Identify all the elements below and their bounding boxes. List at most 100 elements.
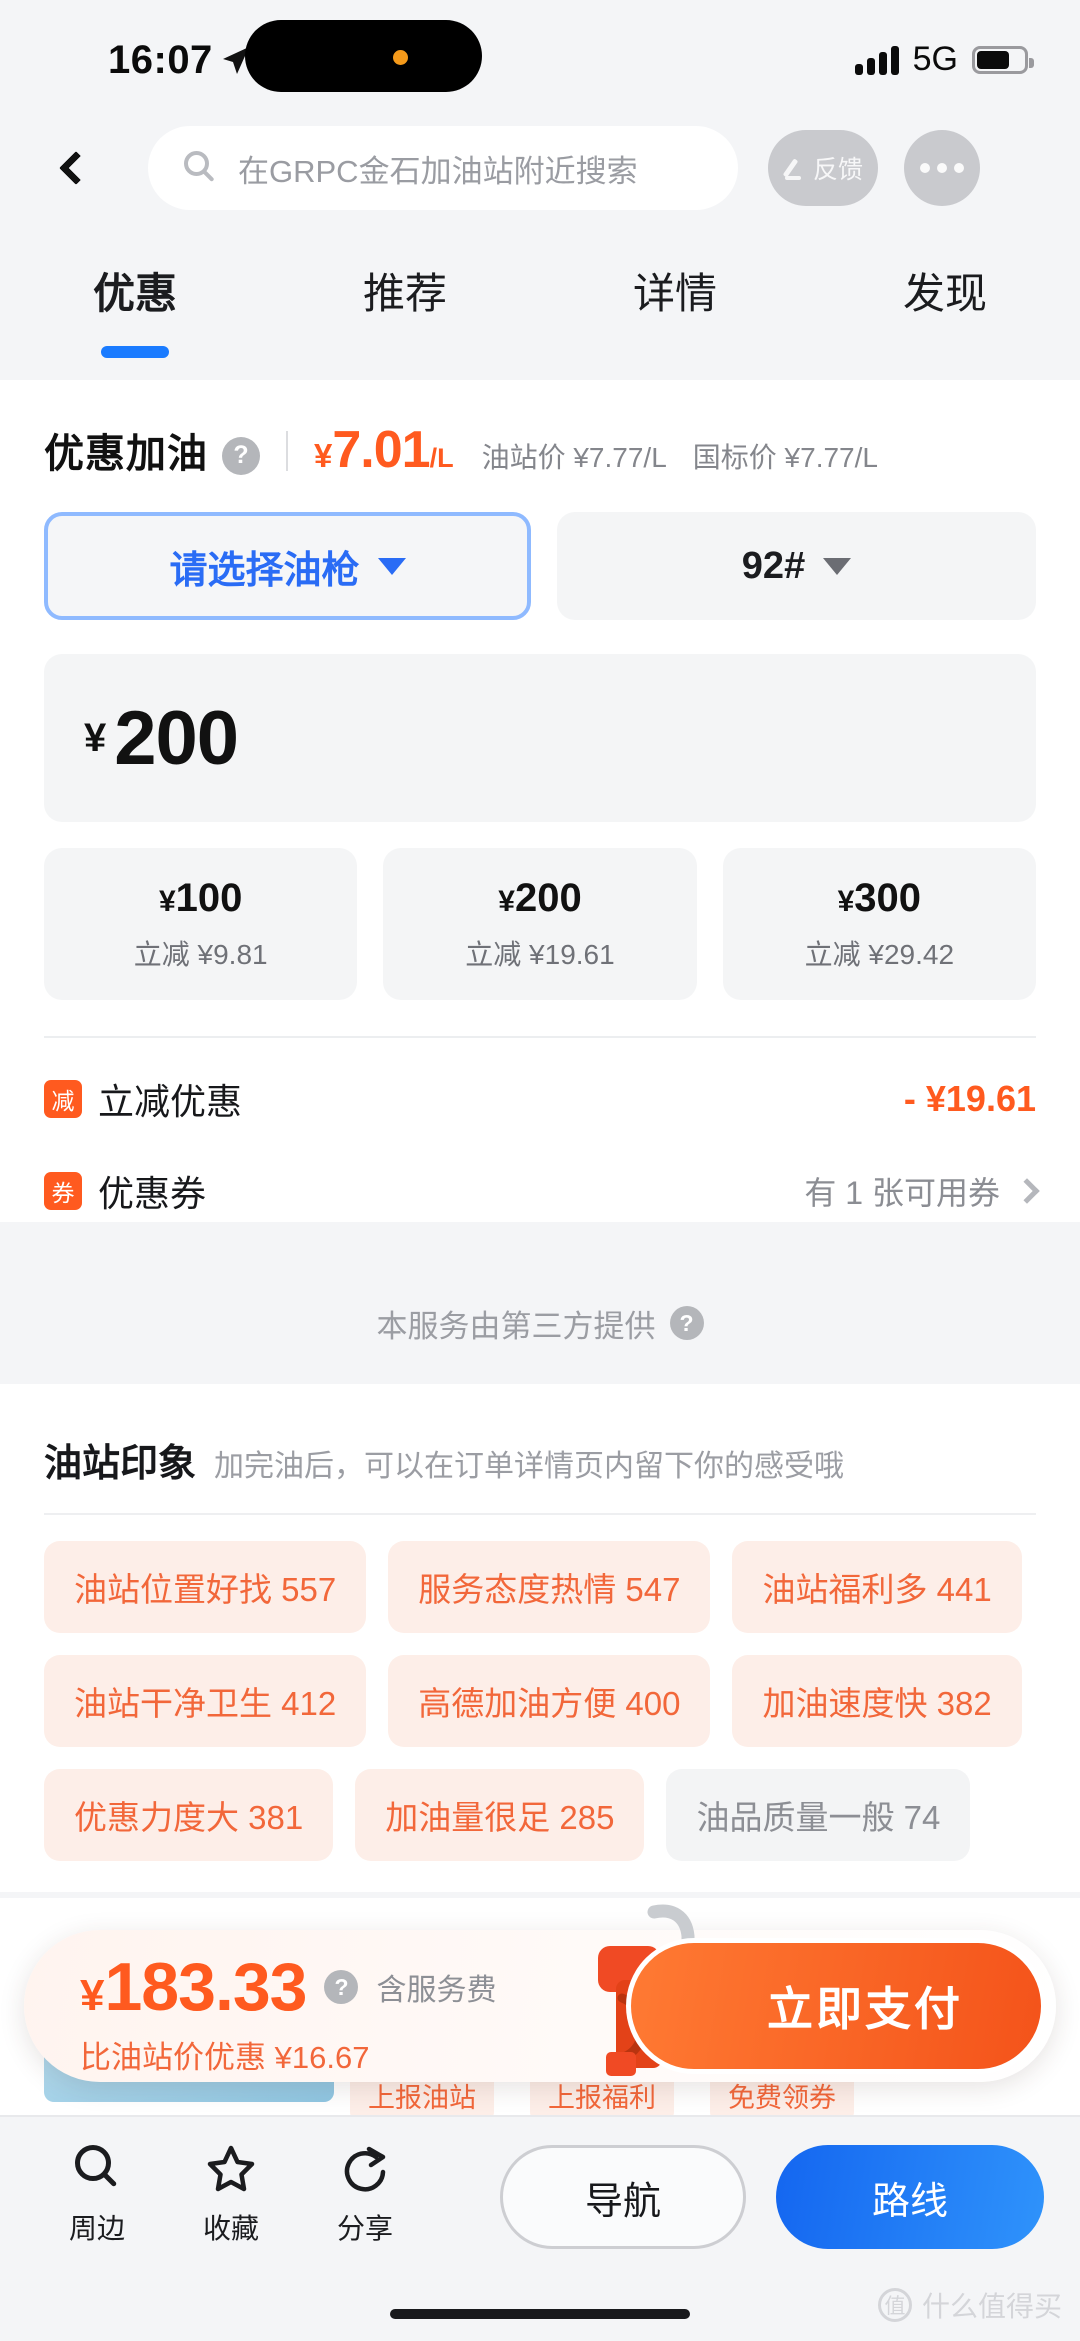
discount-value: - ¥19.61 [903,1078,1036,1119]
impression-tag[interactable]: 油品质量一般 74 [666,1769,971,1861]
caret-down-icon [823,557,852,575]
impression-tag[interactable]: 油站福利多 441 [732,1541,1022,1633]
price-value: 7.01 [332,421,430,479]
bottom-item-label: 分享 [336,2213,393,2244]
currency-symbol: ¥ [158,884,176,918]
preset-amount: ¥200 [498,876,581,921]
tab-discover[interactable]: 发现 [810,250,1080,380]
bottom-icon-group: 周边 收藏 分享 [30,2143,432,2247]
selector-row: 请选择油枪 92# [0,498,1080,620]
tab-label: 推荐 [362,270,447,317]
search-icon [184,151,218,185]
feedback-label: 反馈 [812,156,863,184]
question-mark-icon[interactable]: ? [669,1306,704,1340]
caret-down-icon [377,557,406,575]
signal-bars-icon [854,45,899,75]
recording-indicator-dot [393,50,408,65]
impression-tag[interactable]: 高德加油方便 400 [388,1655,711,1747]
status-time: 16:07 [108,38,213,82]
price-summary-row: 优惠加油 ? ¥7.01/L 油站价 ¥7.77/L 国标价 ¥7.77/L [0,380,1080,498]
question-mark-icon[interactable]: ? [324,1970,359,2004]
impressions-title: 油站印象 [44,1443,197,1485]
status-bar: 16:07 5G [0,0,1080,112]
preset-value: 200 [514,875,582,920]
preset-amount-option[interactable]: ¥100 立减 ¥9.81 [44,848,358,1000]
payment-total-row: ¥183.33 ? 含服务费 [80,1948,496,2026]
feedback-button[interactable]: 反馈 [768,130,878,206]
fuel-type-selector[interactable]: 92# [557,512,1036,620]
ellipsis-icon [937,163,947,173]
app-screen: 16:07 5G 在GRPC金石加油站附近搜索 反馈 优惠 推荐 详情 发现 优… [0,0,1080,2341]
pay-now-label: 立即支付 [767,1983,963,2035]
currency-symbol: ¥ [80,1971,105,2020]
bottom-button-group: 导航 路线 [500,2145,1044,2249]
search-input[interactable]: 在GRPC金石加油站附近搜索 [148,126,738,210]
preset-amount-option[interactable]: ¥200 立减 ¥19.61 [383,848,697,1000]
station-price: 油站价 ¥7.77/L [481,442,667,473]
impression-tag[interactable]: 加油速度快 382 [732,1655,1022,1747]
price-unit: /L [429,443,454,473]
service-fee-note: 含服务费 [376,1974,497,2007]
preset-amount-list: ¥100 立减 ¥9.81 ¥200 立减 ¥19.61 ¥300 立减 ¥29… [0,822,1080,1000]
tab-discount[interactable]: 优惠 [0,250,270,380]
preset-amount: ¥100 [159,876,242,921]
currency-symbol: ¥ [84,715,107,760]
tab-details[interactable]: 详情 [540,250,810,380]
impression-tag[interactable]: 优惠力度大 381 [44,1769,334,1861]
home-indicator [390,2309,690,2319]
discount-badge-icon: 减 [44,1080,82,1118]
battery-icon [972,45,1034,74]
preset-amount-option[interactable]: ¥300 立减 ¥29.42 [722,848,1036,1000]
dynamic-island [245,20,482,92]
amount-input[interactable]: ¥ 200 [44,654,1036,822]
coupon-row[interactable]: 券 优惠券 有 1 张可用券 [0,1130,1080,1222]
preset-discount: 立减 ¥19.61 [465,938,615,970]
fuel-gun-selector[interactable]: 请选择油枪 [44,512,531,620]
more-button[interactable] [904,130,980,206]
national-price: 国标价 ¥7.77/L [692,442,878,473]
tab-label: 详情 [632,270,717,317]
bottom-item-label: 周边 [68,2213,125,2244]
coupon-label: 优惠券 [98,1173,207,1214]
impression-tag[interactable]: 油站干净卫生 412 [44,1655,367,1747]
preset-value: 300 [854,875,922,920]
ellipsis-icon [920,163,930,173]
instant-discount-row: 减 立减优惠 - ¥19.61 [0,1038,1080,1130]
fuel-type-label: 92# [741,544,806,587]
amount-value: 200 [114,695,239,781]
back-button[interactable] [44,136,108,200]
question-mark-icon[interactable]: ? [222,436,260,475]
payment-bar: ¥183.33 ? 含服务费 比油站价优惠 ¥16.67 立即支付 [24,1904,1056,2082]
pencil-icon [783,156,807,180]
bottom-item-share[interactable]: 分享 [298,2143,432,2247]
navigate-button[interactable]: 导航 [500,2145,746,2249]
route-button[interactable]: 路线 [776,2145,1044,2249]
tab-recommend[interactable]: 推荐 [270,250,540,380]
chevron-left-icon [59,151,93,185]
station-impressions-section: 油站印象 加完油后，可以在订单详情页内留下你的感受哦 油站位置好找 557 服务… [0,1384,1080,1892]
pay-now-button[interactable]: 立即支付 [626,1938,1046,2074]
impressions-subtitle: 加完油后，可以在订单详情页内留下你的感受哦 [214,1450,845,1483]
impression-tag[interactable]: 服务态度热情 547 [388,1541,711,1633]
impressions-header: 油站印象 加完油后，可以在订单详情页内留下你的感受哦 [0,1384,1080,1487]
share-icon [339,2143,391,2195]
watermark-mark: 值 [877,2288,912,2322]
impression-tag[interactable]: 加油量很足 285 [355,1769,645,1861]
tab-label: 优惠 [92,270,177,317]
search-placeholder: 在GRPC金石加油站附近搜索 [238,153,638,189]
currency-symbol: ¥ [314,437,333,474]
star-icon [205,2143,257,2195]
impression-tag[interactable]: 油站位置好找 557 [44,1541,367,1633]
network-type-label: 5G [912,40,958,78]
watermark-text: 什么值得买 [921,2291,1062,2322]
payment-total: 183.33 [104,1949,307,2025]
bottom-item-favorite[interactable]: 收藏 [164,2143,298,2247]
chevron-right-icon [1014,1178,1040,1204]
tab-active-underline [101,346,169,358]
bottom-item-label: 收藏 [202,2213,259,2244]
bottom-item-nearby[interactable]: 周边 [30,2143,164,2247]
search-icon [71,2143,123,2195]
search-header: 在GRPC金石加油站附近搜索 反馈 [0,112,1080,242]
preset-value: 100 [175,875,243,920]
tab-bar: 优惠 推荐 详情 发现 [0,250,1080,380]
